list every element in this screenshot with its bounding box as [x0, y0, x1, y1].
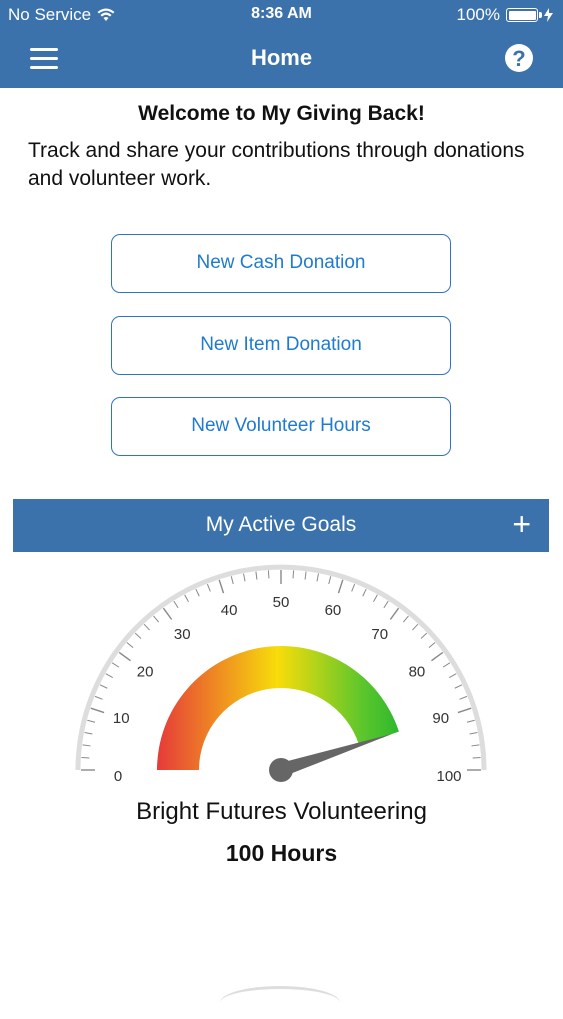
status-right: 100%	[457, 5, 553, 25]
goal-name: Bright Futures Volunteering	[136, 798, 427, 825]
gauge-minor-tick	[428, 642, 436, 648]
gauge-minor-tick	[316, 573, 319, 582]
gauge-minor-tick	[143, 623, 150, 631]
gauge-major-tick	[457, 707, 472, 714]
gauge-minor-tick	[255, 571, 258, 580]
next-gauge-edge	[220, 986, 340, 1019]
new-volunteer-hours-button[interactable]: New Volunteer Hours	[111, 397, 451, 456]
gauge-major-tick	[162, 607, 173, 620]
new-item-donation-button[interactable]: New Item Donation	[111, 316, 451, 375]
nav-bar: Home ?	[0, 30, 563, 88]
gauge-minor-tick	[243, 573, 246, 582]
gauge-minor-tick	[184, 594, 189, 602]
gauge-minor-tick	[195, 588, 200, 597]
gauge-minor-tick	[412, 623, 419, 631]
gauge-major-tick	[218, 579, 225, 594]
gauge-tick-label: 10	[113, 710, 130, 727]
gauge-minor-tick	[111, 662, 120, 668]
new-cash-donation-button[interactable]: New Cash Donation	[111, 234, 451, 293]
gauge-minor-tick	[292, 570, 295, 579]
gauge-minor-tick	[403, 615, 409, 623]
gauge-minor-tick	[94, 695, 103, 700]
active-goals-title: My Active Goals	[205, 513, 357, 536]
gauge-tick-label: 50	[273, 594, 290, 611]
gauge-minor-tick	[153, 615, 159, 623]
gauge-minor-tick	[99, 684, 108, 689]
gauge-minor-tick	[304, 571, 307, 580]
gauge-tick-label: 20	[137, 663, 154, 680]
battery-icon	[506, 8, 542, 22]
charging-bolt-icon	[544, 8, 553, 22]
goal-progress-gauge: 0 10 20 30 40 50 60 70 80 90 100	[75, 564, 487, 785]
active-goals-header: My Active Goals +	[13, 499, 549, 552]
page-title: Home	[250, 45, 313, 70]
gauge-minor-tick	[420, 632, 428, 639]
help-question-icon[interactable]: ?	[505, 44, 533, 72]
gauge-minor-tick	[84, 732, 93, 735]
gauge-minor-tick	[383, 600, 389, 609]
gauge-tick-label: 80	[409, 663, 426, 680]
gauge-minor-tick	[206, 583, 211, 592]
gauge-minor-tick	[466, 719, 475, 723]
gauge-tick-label: 60	[325, 602, 342, 619]
gauge-minor-tick	[267, 570, 270, 579]
gauge-minor-tick	[328, 576, 332, 585]
gauge-major-tick	[90, 707, 105, 714]
gauge-minor-tick	[82, 744, 91, 747]
gauge-tick-label: 40	[221, 602, 238, 619]
status-bar: No Service 8:36 AM 100%	[0, 0, 563, 30]
gauge-major-tick	[431, 651, 444, 662]
add-goal-icon[interactable]: +	[512, 507, 531, 541]
gauge-minor-tick	[469, 732, 478, 735]
gauge-tick-label: 0	[114, 768, 122, 785]
gauge-minor-tick	[173, 600, 179, 609]
gauge-needle	[278, 733, 394, 777]
gauge-minor-tick	[87, 719, 96, 723]
gauge-major-tick	[118, 651, 131, 662]
goal-amount: 100 Hours	[225, 840, 338, 866]
gauge-minor-tick	[105, 673, 113, 678]
welcome-text: Track and share your contributions throu…	[28, 139, 525, 190]
welcome-title: Welcome to My Giving Back!	[138, 102, 425, 125]
gauge-minor-tick	[454, 684, 463, 689]
gauge-tick-label: 100	[436, 768, 461, 785]
gauge-minor-tick	[351, 583, 356, 592]
gauge-needle-hub	[269, 758, 293, 782]
gauge-color-band	[157, 646, 399, 770]
gauge-tick-label: 30	[174, 626, 191, 643]
gauge-major-tick	[337, 579, 344, 594]
gauge-minor-tick	[126, 642, 134, 648]
gauge-minor-tick	[81, 756, 90, 759]
gauge-minor-tick	[230, 576, 234, 585]
gauge-minor-tick	[449, 673, 457, 678]
gauge-tick-label: 70	[371, 626, 388, 643]
gauge-minor-tick	[373, 594, 378, 602]
gauge-major-tick	[389, 607, 400, 620]
gauge-minor-tick	[442, 662, 451, 668]
gauge-minor-tick	[134, 632, 142, 639]
battery-percent: 100%	[456, 5, 500, 24]
gauge-minor-tick	[362, 588, 367, 597]
gauge-minor-tick	[459, 695, 468, 700]
gauge-minor-tick	[472, 756, 481, 759]
gauge-minor-tick	[471, 744, 480, 747]
gauge-tick-label: 90	[432, 710, 449, 727]
